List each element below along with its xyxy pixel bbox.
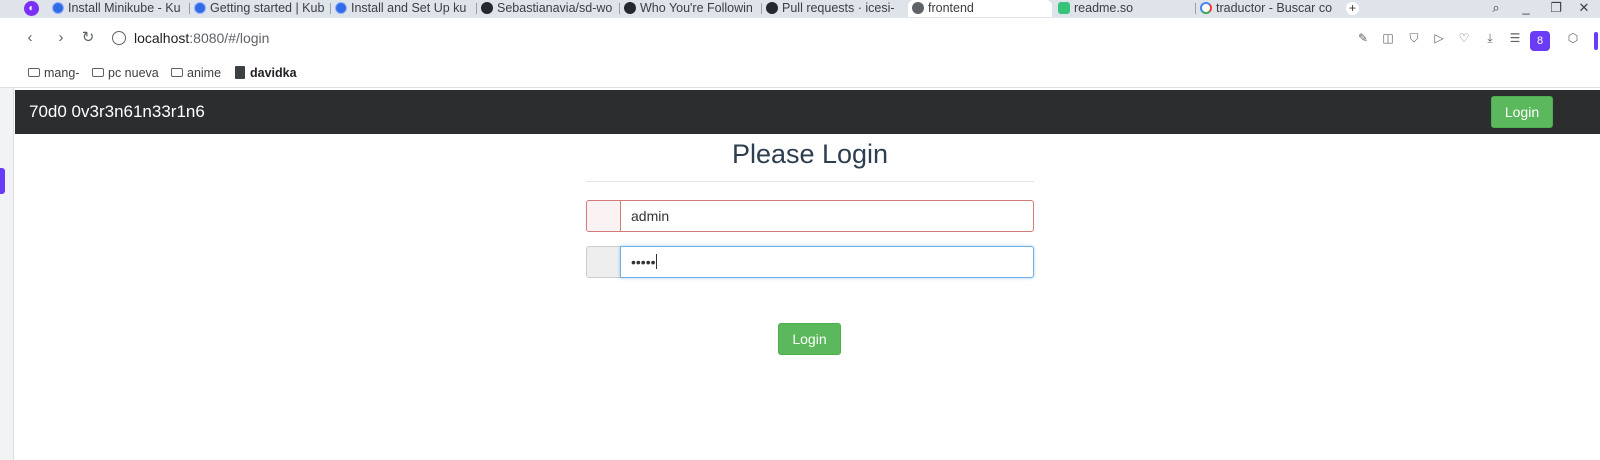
github-icon <box>481 2 493 14</box>
tab-label: Getting started | Kub <box>210 1 325 15</box>
tab-label: Pull requests · icesi- <box>782 1 895 15</box>
navbar-login-button[interactable]: Login <box>1491 96 1553 128</box>
bookmark-label: mang- <box>44 66 80 80</box>
site-info-icon[interactable] <box>112 31 126 45</box>
globe-icon <box>912 2 924 14</box>
bookmark-label: pc nueva <box>108 66 159 80</box>
readme-icon <box>1058 2 1070 14</box>
url-host: localhost <box>134 30 190 46</box>
text-cursor <box>655 254 657 269</box>
tab-pull-requests[interactable]: Pull requests · icesi- <box>762 0 904 17</box>
tab-label: readme.so <box>1074 1 1134 15</box>
kubernetes-icon <box>335 2 347 14</box>
restore-icon[interactable]: ❐ <box>1546 0 1566 17</box>
folder-icon <box>28 68 40 77</box>
kubernetes-icon <box>194 2 206 14</box>
back-icon[interactable]: ‹ <box>20 28 40 48</box>
brand-title[interactable]: 70d0 0v3r3n61n33r1n6 <box>29 101 205 123</box>
heart-icon[interactable]: ♡ <box>1457 31 1471 45</box>
side-panel-strip <box>0 88 14 460</box>
forward-icon[interactable]: › <box>51 28 71 48</box>
bookmark-label: davidka <box>250 66 297 80</box>
edit-icon[interactable]: ✎ <box>1356 31 1370 45</box>
username-input[interactable]: admin <box>620 200 1034 232</box>
password-input[interactable]: ••••• <box>620 246 1034 278</box>
minimize-icon[interactable]: _ <box>1516 0 1536 17</box>
browser-toolbar: ‹ › ↻ localhost:8080/#/login ✎ ◫ ⛉ ▷ ♡ ⤓… <box>0 18 1600 58</box>
tab-sd-workshop[interactable]: Sebastianavia/sd-wo <box>477 0 620 17</box>
tab-traductor[interactable]: traductor - Buscar co <box>1196 0 1338 17</box>
tab-label: frontend <box>928 1 974 15</box>
kubernetes-icon <box>52 2 64 14</box>
title-divider <box>586 181 1034 182</box>
bookmark-anime[interactable]: anime <box>171 65 221 81</box>
tab-readme[interactable]: readme.so <box>1054 0 1196 17</box>
reload-icon[interactable]: ↻ <box>78 28 98 48</box>
tab-install-setup[interactable]: Install and Set Up ku <box>331 0 477 17</box>
password-addon <box>586 246 621 278</box>
bookmark-label: anime <box>187 66 222 80</box>
password-value: ••••• <box>631 254 656 270</box>
bookmarks-bar: mang- pc nueva anime davidka <box>0 58 1600 88</box>
app-navbar: 70d0 0v3r3n61n33r1n6 Login <box>15 90 1600 134</box>
shield-icon[interactable]: ⛉ <box>1407 31 1421 45</box>
tab-frontend[interactable]: frontend <box>908 0 1052 17</box>
url-path: :8080/#/login <box>189 30 270 46</box>
folder-icon <box>171 68 183 77</box>
side-panel-handle[interactable] <box>0 168 5 194</box>
tab-install-minikube[interactable]: Install Minikube - Ku <box>48 0 190 17</box>
address-bar[interactable]: localhost:8080/#/login <box>112 26 269 50</box>
google-icon <box>1200 2 1212 14</box>
tab-getting-started[interactable]: Getting started | Kub <box>190 0 331 17</box>
close-window-icon[interactable]: ✕ <box>1574 0 1594 17</box>
play-icon[interactable]: ▷ <box>1432 31 1446 45</box>
camera-icon[interactable]: ◫ <box>1381 31 1395 45</box>
browser-profile-icon[interactable]: ◐ <box>24 1 39 16</box>
new-tab-button[interactable]: + <box>1346 2 1359 15</box>
tab-label: Who You're Followin <box>640 1 753 15</box>
tab-label: Install and Set Up ku <box>351 1 467 15</box>
tab-label: traductor - Buscar co <box>1216 1 1333 15</box>
github-icon <box>766 2 778 14</box>
tab-label: Sebastianavia/sd-wo <box>497 1 613 15</box>
username-addon <box>586 200 621 232</box>
password-group: ••••• <box>586 246 1034 278</box>
username-group: admin <box>586 200 1034 232</box>
folder-icon <box>92 68 104 77</box>
search-tabs-icon[interactable]: ⌕ <box>1486 0 1506 17</box>
login-submit-button[interactable]: Login <box>778 323 841 355</box>
menu-list-icon[interactable]: ☰ <box>1508 31 1522 45</box>
bookmark-pc-nueva[interactable]: pc nueva <box>92 65 159 81</box>
tab-following[interactable]: Who You're Followin <box>620 0 762 17</box>
page-title: Please Login <box>731 139 889 169</box>
github-icon <box>624 2 636 14</box>
bookmark-davidka[interactable]: davidka <box>234 65 297 81</box>
browser-tab-strip: ◐ Install Minikube - Ku Getting started … <box>0 0 1600 18</box>
account-extension-icon[interactable]: 8 <box>1530 31 1550 51</box>
tab-label: Install Minikube - Ku <box>68 1 181 15</box>
file-icon <box>235 66 245 79</box>
bookmark-mang[interactable]: mang- <box>28 65 79 81</box>
download-icon[interactable]: ⤓ <box>1483 31 1497 45</box>
cube-icon[interactable]: ⬡ <box>1566 31 1580 45</box>
sidebar-toggle[interactable] <box>1594 32 1598 50</box>
